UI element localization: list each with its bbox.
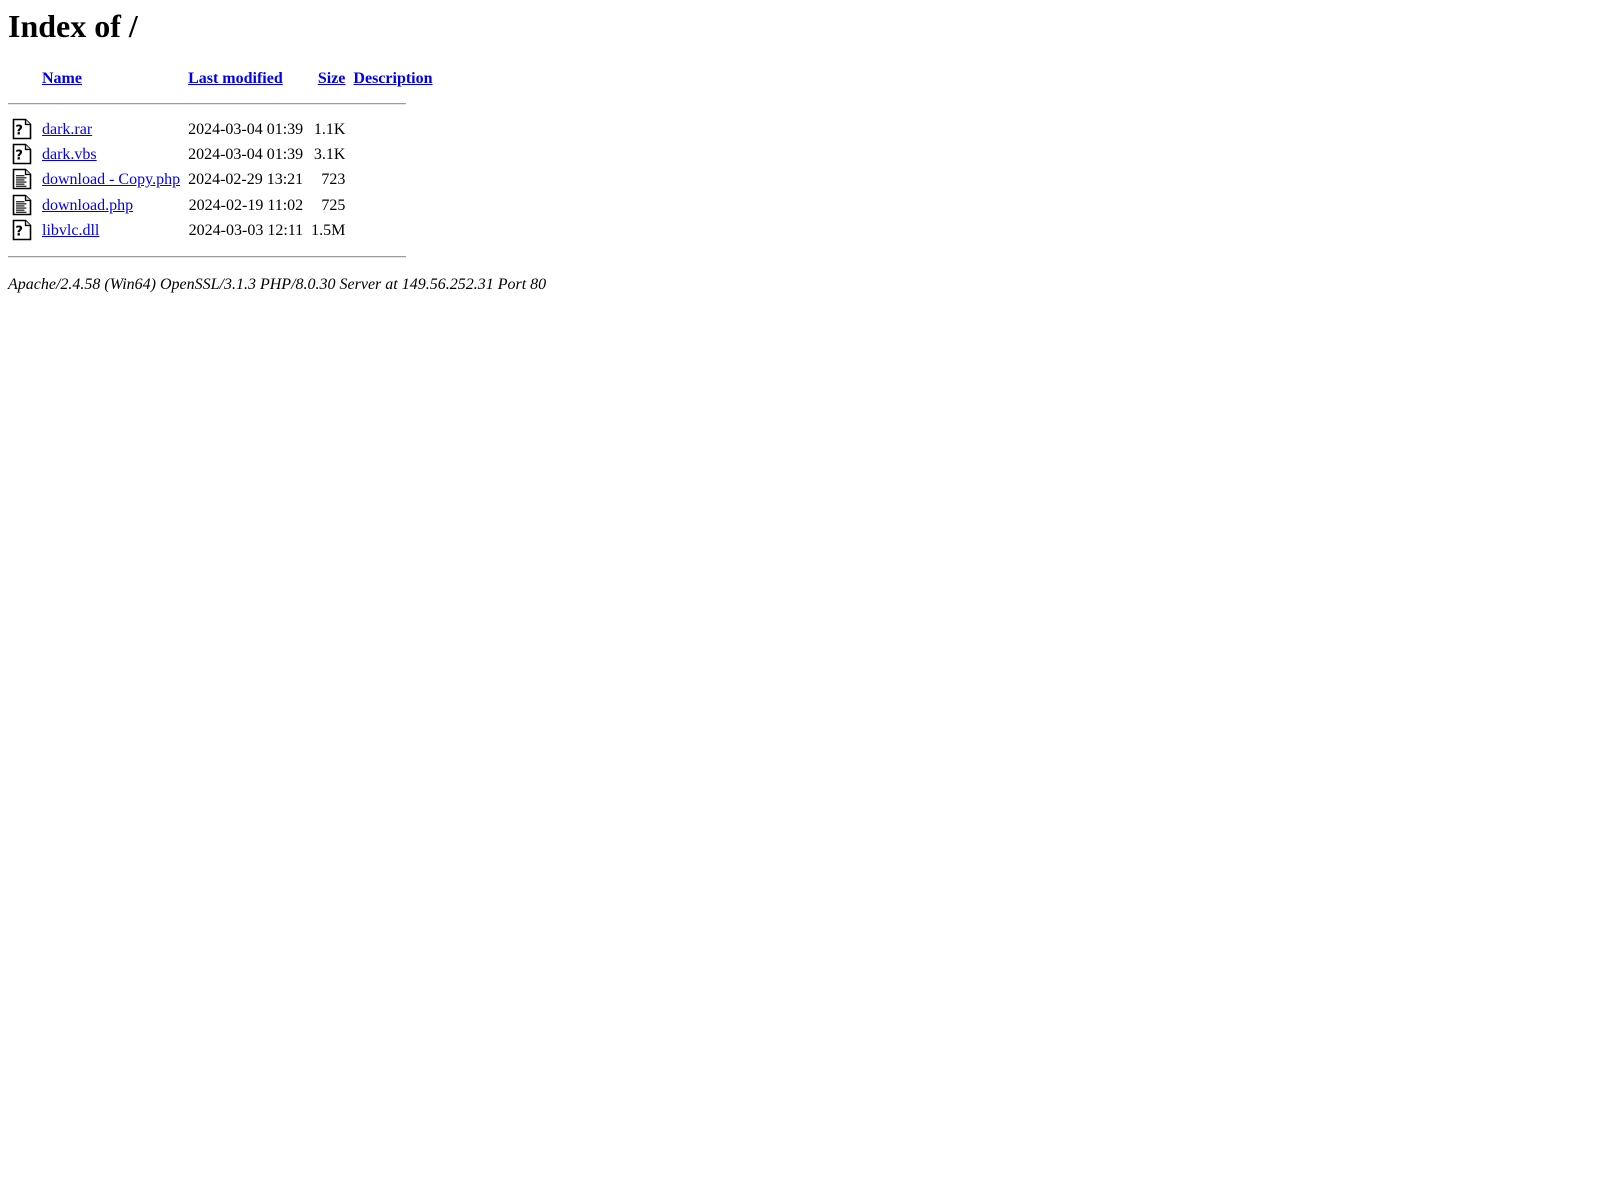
column-header-icon [8, 66, 42, 91]
row-name-cell: dark.vbs [42, 142, 184, 167]
row-name-cell: download - Copy.php [42, 167, 184, 192]
table-header: Name Last modified Size Description [8, 66, 433, 91]
directory-listing-table: Name Last modified Size Description ? da… [8, 66, 433, 269]
sort-by-size-link[interactable]: Size [318, 70, 346, 87]
horizontal-rule-bottom [8, 255, 406, 258]
row-description-cell [349, 167, 432, 192]
svg-text:?: ? [15, 225, 23, 240]
file-link[interactable]: libvlc.dll [42, 222, 99, 239]
directory-index-page: Index of / Name Last modified Size Descr… [0, 0, 1600, 302]
unknown-file-icon: ? [12, 118, 32, 140]
footer-separator-cell [8, 244, 433, 269]
row-last-modified-cell: 2024-03-03 12:11 [188, 222, 304, 240]
text-file-icon [12, 168, 32, 190]
row-name-cell: download.php [42, 193, 184, 218]
row-icon-cell: ? [8, 218, 42, 243]
row-name-cell: libvlc.dll [42, 218, 184, 243]
row-last-modified-cell: 2024-02-29 13:21 [188, 171, 304, 189]
row-size-cell: 1.1K [313, 120, 346, 138]
svg-text:?: ? [15, 148, 23, 163]
column-header-size: Size [307, 66, 349, 91]
table-header-row: Name Last modified Size Description [8, 66, 433, 91]
row-icon-cell [8, 167, 42, 192]
row-description-cell [349, 193, 432, 218]
row-size-cell: 723 [321, 171, 346, 189]
server-signature-wrap: Apache/2.4.58 (Win64) OpenSSL/3.1.3 PHP/… [8, 275, 1592, 294]
header-separator-row [8, 91, 433, 116]
file-link[interactable]: dark.rar [42, 121, 92, 138]
row-icon-cell [8, 193, 42, 218]
row-description-cell [349, 117, 432, 142]
row-description-cell [349, 142, 432, 167]
row-size-cell: 725 [321, 196, 346, 214]
table-row: ? dark.vbs 2024-03-04 01:39 3.1K [8, 142, 433, 167]
row-description-cell [349, 218, 432, 243]
text-file-icon [12, 194, 32, 216]
row-size-cell: 3.1K [313, 146, 346, 163]
column-header-description: Description [349, 66, 432, 91]
column-header-last-modified: Last modified [184, 66, 307, 91]
table-body [8, 91, 433, 116]
footer-separator-row [8, 244, 433, 269]
file-link[interactable]: download.php [42, 197, 133, 214]
table-row: download.php 2024-02-19 11:02 725 [8, 193, 433, 218]
unknown-file-icon: ? [12, 219, 32, 241]
sort-by-name-link[interactable]: Name [42, 70, 82, 87]
page-title: Index of / [8, 8, 138, 44]
table-row: ? dark.rar 2024-03-04 01:39 1.1K [8, 117, 433, 142]
row-name-cell: dark.rar [42, 117, 184, 142]
row-icon-cell: ? [8, 117, 42, 142]
row-last-modified-cell: 2024-03-04 01:39 [188, 120, 304, 138]
unknown-file-icon: ? [12, 143, 32, 165]
table-row: download - Copy.php 2024-02-29 13:21 723 [8, 167, 433, 192]
row-last-modified-cell: 2024-02-19 11:02 [188, 196, 304, 214]
file-link[interactable]: dark.vbs [42, 146, 97, 163]
header-separator-cell [8, 91, 433, 116]
sort-by-description-link[interactable]: Description [353, 70, 432, 87]
column-header-name: Name [42, 66, 184, 91]
sort-by-last-modified-link[interactable]: Last modified [188, 70, 283, 87]
table-row: ? libvlc.dll 2024-03-03 12:11 1.5M [8, 218, 433, 243]
row-icon-cell: ? [8, 142, 42, 167]
horizontal-rule-top [8, 103, 406, 106]
server-signature: Apache/2.4.58 (Win64) OpenSSL/3.1.3 PHP/… [8, 276, 547, 294]
row-size-cell: 1.5M [311, 222, 346, 240]
svg-text:?: ? [15, 123, 23, 138]
row-last-modified-cell: 2024-03-04 01:39 [188, 146, 304, 163]
file-link[interactable]: download - Copy.php [42, 171, 180, 188]
